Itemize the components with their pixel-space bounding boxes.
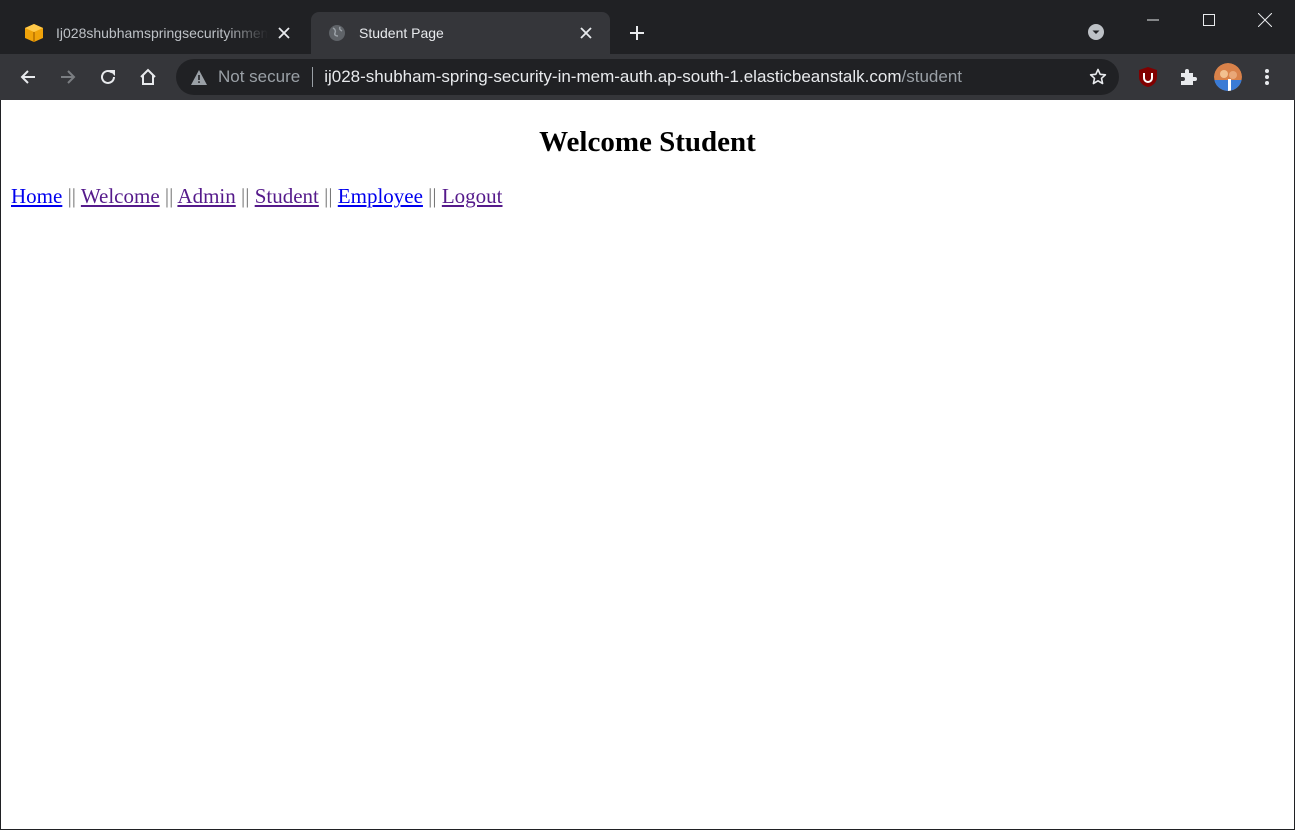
link-divider: ||	[164, 184, 174, 208]
tab-strip: Ij028shubhamspringsecurityinmem-env Stud…	[0, 0, 1295, 54]
tab-title: Student Page	[359, 25, 444, 41]
admin-link[interactable]: Admin	[177, 184, 235, 208]
bookmark-star-icon[interactable]	[1087, 66, 1109, 88]
security-label[interactable]: Not secure	[218, 67, 300, 87]
back-icon[interactable]	[12, 61, 44, 93]
close-tab-icon[interactable]	[576, 23, 596, 43]
address-bar[interactable]: Not secure ij028-shubham-spring-security…	[176, 59, 1119, 95]
link-divider: ||	[324, 184, 333, 208]
nav-links: Home || Welcome || Admin || Student || E…	[11, 184, 503, 208]
tab-elastic-beanstalk[interactable]: Ij028shubhamspringsecurityinmem-env	[8, 12, 308, 54]
home-icon[interactable]	[132, 61, 164, 93]
url-path: /student	[901, 67, 963, 86]
page-title: Welcome Student	[539, 126, 756, 158]
browser-toolbar: Not secure ij028-shubham-spring-security…	[0, 54, 1295, 100]
address-divider	[312, 67, 314, 87]
maximize-icon[interactable]	[1181, 0, 1237, 40]
employee-link[interactable]: Employee	[338, 184, 423, 208]
home-link[interactable]: Home	[11, 184, 62, 208]
close-window-icon[interactable]	[1237, 0, 1293, 40]
url-host: ij028-shubham-spring-security-in-mem-aut…	[324, 67, 902, 86]
reload-icon[interactable]	[92, 61, 124, 93]
link-divider: ||	[241, 184, 250, 208]
close-tab-icon[interactable]	[274, 23, 294, 43]
tab-search-icon[interactable]	[1084, 20, 1108, 44]
link-divider: ||	[428, 184, 437, 208]
logout-link[interactable]: Logout	[442, 184, 503, 208]
tab-title: Ij028shubhamspringsecurityinmem-env	[56, 25, 268, 41]
forward-icon[interactable]	[52, 61, 84, 93]
profile-avatar[interactable]	[1214, 63, 1242, 91]
student-link[interactable]: Student	[255, 184, 319, 208]
ublock-origin-icon[interactable]	[1134, 63, 1162, 91]
welcome-link[interactable]: Welcome	[81, 184, 160, 208]
tab-student-page[interactable]: Student Page	[311, 12, 610, 54]
warning-icon[interactable]	[190, 68, 208, 86]
page-viewport: Welcome Student Home || Welcome || Admin…	[1, 100, 1294, 829]
kebab-menu-icon[interactable]	[1253, 63, 1281, 91]
link-divider: ||	[67, 184, 76, 208]
minimize-icon[interactable]	[1125, 0, 1181, 40]
new-tab-icon[interactable]	[624, 20, 650, 46]
globe-icon	[327, 23, 347, 43]
aws-box-icon	[24, 23, 44, 43]
extensions-puzzle-icon[interactable]	[1174, 63, 1202, 91]
